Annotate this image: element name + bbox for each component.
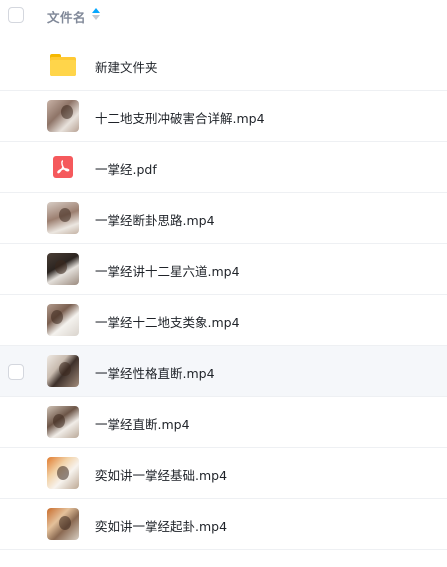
- file-name[interactable]: 一掌经讲十二星六道.mp4: [95, 261, 240, 280]
- file-list-header: 文件名: [0, 0, 447, 32]
- file-name[interactable]: 奕如讲一掌经基础.mp4: [95, 465, 227, 484]
- file-row[interactable]: 一掌经断卦思路.mp4: [0, 193, 447, 244]
- video-thumbnail: [47, 100, 79, 132]
- video-thumbnail: [47, 202, 79, 234]
- folder-icon: [50, 54, 76, 76]
- file-name[interactable]: 一掌经十二地支类象.mp4: [95, 312, 240, 331]
- file-list: 新建文件夹 十二地支刑冲破害合详解.mp4 一掌经.pdf 一掌经断卦思路.mp…: [0, 40, 447, 550]
- video-thumbnail: [47, 355, 79, 387]
- file-name[interactable]: 新建文件夹: [95, 57, 158, 76]
- sort-asc-icon[interactable]: [92, 8, 100, 20]
- row-checkbox[interactable]: [8, 364, 24, 380]
- file-name[interactable]: 一掌经性格直断.mp4: [95, 363, 215, 382]
- select-all-checkbox[interactable]: [8, 7, 24, 23]
- video-thumbnail: [47, 406, 79, 438]
- file-row[interactable]: 一掌经讲十二星六道.mp4: [0, 244, 447, 295]
- file-row[interactable]: 一掌经.pdf: [0, 142, 447, 193]
- file-name[interactable]: 一掌经.pdf: [95, 159, 157, 178]
- video-thumbnail: [47, 457, 79, 489]
- video-thumbnail: [47, 304, 79, 336]
- file-row[interactable]: 一掌经十二地支类象.mp4: [0, 295, 447, 346]
- file-row[interactable]: 一掌经性格直断.mp4: [0, 346, 447, 397]
- file-row[interactable]: 十二地支刑冲破害合详解.mp4: [0, 91, 447, 142]
- file-row[interactable]: 一掌经直断.mp4: [0, 397, 447, 448]
- file-row[interactable]: 奕如讲一掌经起卦.mp4: [0, 499, 447, 550]
- column-header-filename[interactable]: 文件名: [47, 7, 86, 26]
- file-row[interactable]: 奕如讲一掌经基础.mp4: [0, 448, 447, 499]
- pdf-icon: [53, 156, 73, 178]
- file-name[interactable]: 一掌经直断.mp4: [95, 414, 190, 433]
- file-name[interactable]: 奕如讲一掌经起卦.mp4: [95, 516, 227, 535]
- file-name[interactable]: 十二地支刑冲破害合详解.mp4: [95, 108, 265, 127]
- video-thumbnail: [47, 508, 79, 540]
- file-name[interactable]: 一掌经断卦思路.mp4: [95, 210, 215, 229]
- file-row[interactable]: 新建文件夹: [0, 40, 447, 91]
- video-thumbnail: [47, 253, 79, 285]
